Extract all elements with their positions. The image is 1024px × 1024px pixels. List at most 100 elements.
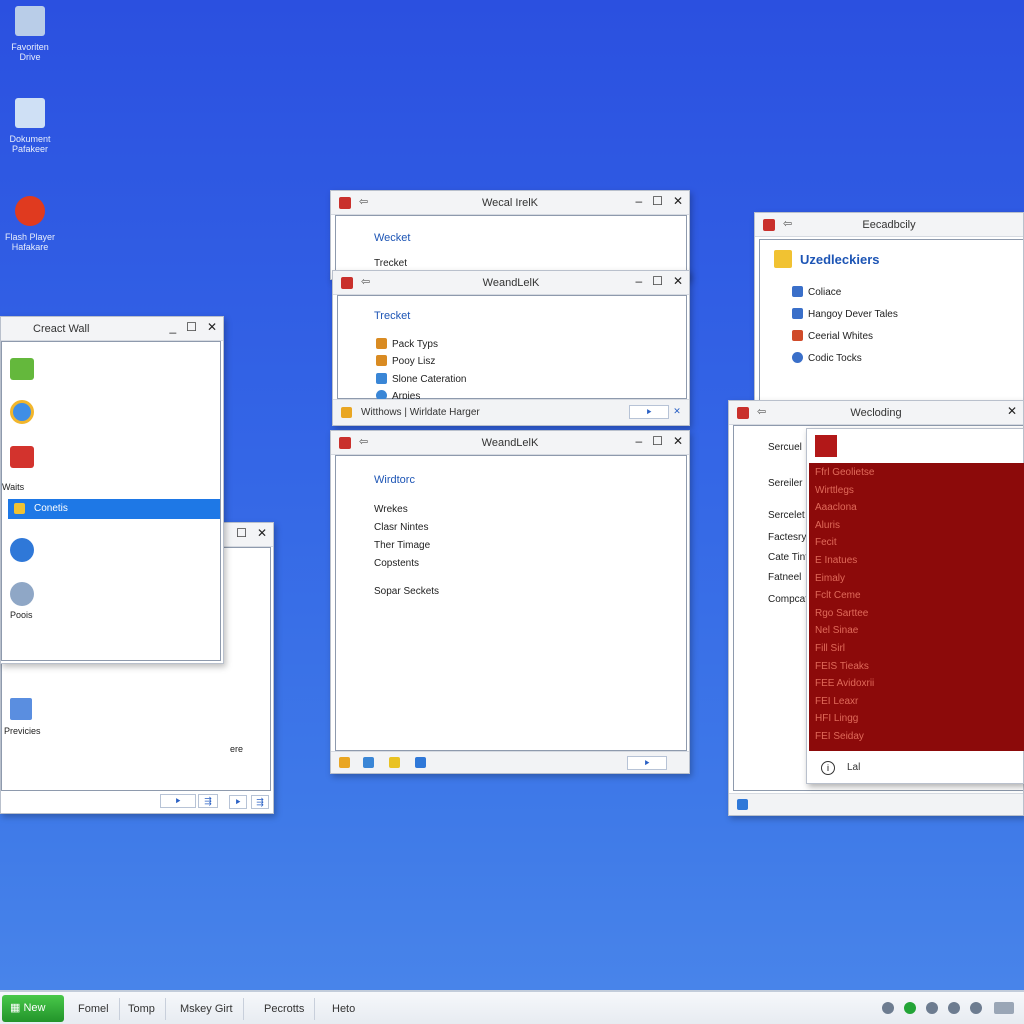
popup-list-item[interactable]: Fill Sirl: [815, 643, 845, 654]
disk-icon: [737, 799, 748, 810]
maximize-icon[interactable]: ☐: [652, 274, 663, 288]
options-button[interactable]: ⇶: [251, 795, 269, 809]
close-icon[interactable]: ✕: [257, 526, 267, 540]
popup-list-item[interactable]: Nel Sinae: [815, 625, 858, 636]
browser-icon[interactable]: [10, 400, 34, 424]
network-icon[interactable]: [882, 1002, 894, 1014]
list-item[interactable]: Slone Cateration: [376, 373, 467, 385]
app-icon-6[interactable]: [10, 582, 34, 606]
window-titlebar[interactable]: ⇦ Wecloding ✕: [729, 401, 1023, 425]
popup-list-item[interactable]: Aaaclona: [815, 502, 857, 513]
list-item[interactable]: Sopar Seckets: [374, 586, 439, 597]
popup-list-item[interactable]: Rgo Sarttee: [815, 608, 868, 619]
popup-list-item[interactable]: Fecit: [815, 537, 837, 548]
list-item[interactable]: Clasr Nintes: [374, 522, 428, 533]
maximize-icon[interactable]: ☐: [652, 434, 663, 448]
start-button[interactable]: ▦ New: [2, 995, 64, 1022]
popup-list-item[interactable]: Fclt Ceme: [815, 590, 861, 601]
battery-icon[interactable]: [948, 1002, 960, 1014]
taskbar-item[interactable]: Heto: [322, 998, 365, 1020]
section-heading: Wecket: [374, 232, 411, 244]
maximize-icon[interactable]: ☐: [652, 194, 663, 208]
nav-link[interactable]: Sereiler: [768, 478, 802, 489]
nav-link[interactable]: Sercuel: [768, 442, 802, 453]
forward-button[interactable]: ⯈: [160, 794, 196, 808]
status-ok-icon[interactable]: [904, 1002, 916, 1014]
volume-icon[interactable]: [926, 1002, 938, 1014]
popup-list-item[interactable]: Eimaly: [815, 573, 845, 584]
window-titlebar[interactable]: ⇦ WeandLelK – ☐ ✕: [331, 431, 689, 455]
list-item[interactable]: Poois: [10, 610, 33, 620]
minimize-icon[interactable]: _: [169, 320, 176, 334]
maximize-icon[interactable]: ☐: [186, 320, 197, 334]
close-icon[interactable]: ✕: [1007, 404, 1017, 418]
forward-button[interactable]: ⯈: [627, 756, 667, 770]
list-item-selected[interactable]: Conetis: [8, 499, 220, 519]
close-icon[interactable]: ✕: [207, 320, 217, 334]
list-item[interactable]: Coliace: [792, 286, 841, 298]
popup-list-item[interactable]: FEI Leaxr: [815, 696, 858, 707]
close-icon[interactable]: ✕: [673, 434, 683, 448]
popup-list-item[interactable]: FEIS Tieaks: [815, 661, 869, 672]
globe-icon[interactable]: [10, 538, 34, 562]
window-mid-2[interactable]: ⇦ WeandLelK – ☐ ✕ Trecket Pack Typs Pooy L…: [332, 270, 690, 426]
popup-list-item[interactable]: Ffrl Geolietse: [815, 467, 874, 478]
list-item-label: Coliace: [808, 287, 842, 298]
list-item[interactable]: Codic Tocks: [792, 352, 862, 364]
taskbar-item[interactable]: Mskey Girt: [170, 998, 244, 1020]
taskbar-item[interactable]: Tomp: [118, 998, 166, 1020]
nav-link[interactable]: Factesry: [768, 532, 806, 543]
app-icon-3[interactable]: [10, 446, 34, 468]
desktop-icon-3[interactable]: Flash Player Hafakare: [0, 196, 60, 252]
window-titlebar[interactable]: Creact Wall _ ☐ ✕: [1, 317, 223, 341]
taskbar-item[interactable]: Pecrotts: [254, 998, 316, 1020]
minimize-icon[interactable]: –: [635, 194, 642, 208]
popup-panel[interactable]: Ffrl Geolietse Wirttlegs Aaaclona Aluris Fec…: [806, 428, 1024, 784]
window-content: Wirdtorc Wrekes Clasr Nintes Ther Timage…: [335, 455, 687, 751]
popup-list-item[interactable]: FEE Avidoxrii: [815, 678, 874, 689]
list-item[interactable]: Ther Timage: [374, 540, 430, 551]
nav-link[interactable]: Cate Tint: [768, 552, 808, 563]
list-item[interactable]: Previcies: [4, 726, 41, 736]
window-right-top[interactable]: ⇦ Eecadbcily Uzedleckiers Coliace Hangoy…: [754, 212, 1024, 406]
desktop-icon-1[interactable]: Favoriten Drive: [0, 6, 60, 62]
list-item[interactable]: Pooy Lisz: [376, 355, 435, 367]
app-icon-1[interactable]: [10, 358, 34, 380]
list-item[interactable]: Copstents: [374, 558, 419, 569]
nav-link[interactable]: Sercelet: [768, 510, 805, 521]
flash-icon: [15, 196, 45, 226]
close-icon[interactable]: ✕: [673, 274, 683, 288]
close-icon[interactable]: ✕: [673, 194, 683, 208]
list-item[interactable]: Ceerial Whites: [792, 330, 873, 342]
window-left[interactable]: Creact Wall _ ☐ ✕ Waits Conetis Poois: [0, 316, 224, 664]
minimize-icon[interactable]: –: [635, 434, 642, 448]
flag-icon[interactable]: [970, 1002, 982, 1014]
clock-icon[interactable]: [994, 1002, 1014, 1014]
nav-link[interactable]: Fatneel: [768, 572, 801, 583]
info-icon[interactable]: i: [821, 761, 835, 775]
list-item[interactable]: Hangoy Dever Tales: [792, 308, 898, 320]
options-button[interactable]: ⇶: [198, 794, 218, 808]
popup-list-item[interactable]: Aluris: [815, 520, 840, 531]
popup-list-item[interactable]: HFI Lingg: [815, 713, 858, 724]
window-titlebar[interactable]: ⇦ Wecal Irel⁠K – ☐ ✕: [331, 191, 689, 215]
list-item[interactable]: Pack Typs: [376, 338, 438, 350]
close-button[interactable]: ✕: [669, 405, 685, 419]
minimize-icon[interactable]: –: [635, 274, 642, 288]
window-mid-top[interactable]: ⇦ Wecal Irel⁠K – ☐ ✕ Wecket Trecket: [330, 190, 690, 280]
desktop-icon-2[interactable]: Dokument Pafakeer: [0, 98, 60, 154]
list-item[interactable]: Wrekes: [374, 504, 408, 515]
window-titlebar[interactable]: ⇦ Eecadbcily: [755, 213, 1023, 237]
nav-link[interactable]: Compcat: [768, 594, 808, 605]
window-titlebar[interactable]: ⇦ WeandLelK – ☐ ✕: [333, 271, 689, 295]
taskbar-item[interactable]: Fomel: [68, 998, 120, 1020]
desktop-icon-label: Favoriten Drive: [11, 42, 49, 62]
forward-button[interactable]: ⯈: [229, 795, 247, 809]
window-mid-3[interactable]: ⇦ WeandLelK – ☐ ✕ Wirdtorc Wrekes Clasr Ni…: [330, 430, 690, 774]
popup-list-item[interactable]: FEI Seiday: [815, 731, 864, 742]
popup-list-item[interactable]: Wirttlegs: [815, 485, 854, 496]
forward-button[interactable]: ⯈: [629, 405, 669, 419]
maximize-icon[interactable]: ☐: [236, 526, 247, 540]
popup-list-item[interactable]: E Inatues: [815, 555, 857, 566]
tool-icon: [792, 308, 803, 319]
